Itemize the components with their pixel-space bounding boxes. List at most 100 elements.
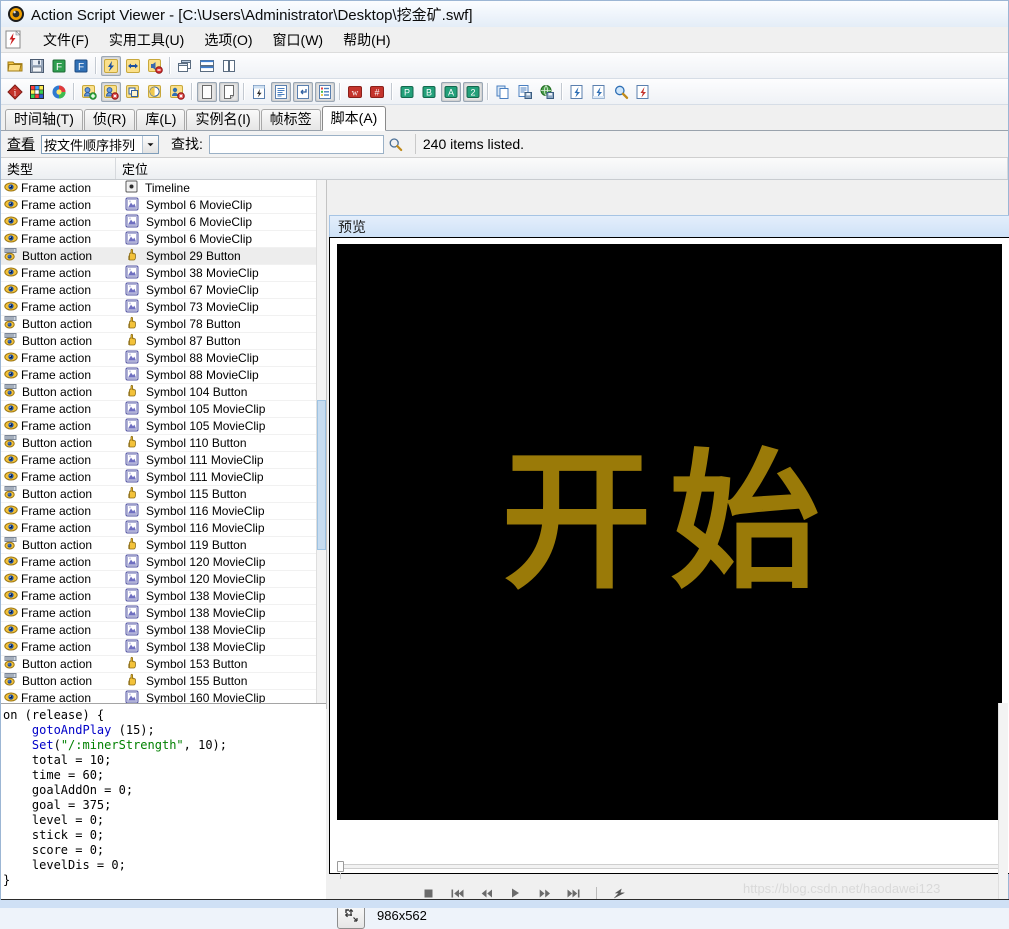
return-arrow-icon[interactable] xyxy=(293,81,313,102)
table-row[interactable]: Frame action Symbol 6 MovieClip xyxy=(1,197,317,214)
tab-timeline[interactable]: 时间轴(T) xyxy=(5,109,83,130)
tab-scripts[interactable]: 脚本(A) xyxy=(321,106,387,131)
go-to-start-button[interactable] xyxy=(451,887,464,899)
table-row[interactable]: Button action Symbol 115 Button xyxy=(1,486,317,503)
rewind-button[interactable] xyxy=(480,887,493,899)
tab-frames[interactable]: 侦(R) xyxy=(83,109,136,130)
seek-knob[interactable] xyxy=(337,861,344,872)
info-diamond-icon[interactable]: i xyxy=(5,82,25,102)
go-to-end-button[interactable] xyxy=(567,887,580,899)
open-folder-icon[interactable] xyxy=(5,56,25,76)
play-button[interactable] xyxy=(509,887,522,899)
table-row[interactable]: Frame action Symbol 67 MovieClip xyxy=(1,282,317,299)
table-row[interactable]: Frame action Symbol 116 MovieClip xyxy=(1,503,317,520)
color-palette-icon[interactable] xyxy=(27,82,47,102)
two-green-icon[interactable]: 2 xyxy=(463,81,483,102)
table-row[interactable]: Button action Symbol 104 Button xyxy=(1,384,317,401)
table-row[interactable]: Frame action Symbol 88 MovieClip xyxy=(1,367,317,384)
table-row[interactable]: Button action Symbol 87 Button xyxy=(1,333,317,350)
resize-arrows-icon[interactable] xyxy=(123,56,143,76)
table-row[interactable]: Frame action Symbol 138 MovieClip xyxy=(1,622,317,639)
list-vertical-scrollbar[interactable] xyxy=(316,180,326,709)
table-row[interactable]: Frame action Symbol 138 MovieClip xyxy=(1,639,317,656)
text-lines-icon[interactable] xyxy=(271,81,291,102)
row-location-label: Symbol 87 Button xyxy=(146,334,241,348)
table-row[interactable]: Frame action Symbol 111 MovieClip xyxy=(1,469,317,486)
seek-track[interactable] xyxy=(337,864,1002,869)
swf-stage[interactable]: 开始 xyxy=(337,244,1002,820)
a-green-icon[interactable]: A xyxy=(441,81,461,102)
table-row[interactable]: Button action Symbol 155 Button xyxy=(1,673,317,690)
duplicate-symbol-icon[interactable] xyxy=(123,82,143,102)
menu-options[interactable]: 选项(O) xyxy=(194,28,262,52)
w-red-icon[interactable]: w xyxy=(345,82,365,102)
flash-action-icon[interactable] xyxy=(101,55,121,76)
list-detail-icon[interactable] xyxy=(315,81,335,102)
table-row[interactable]: Button action Symbol 119 Button xyxy=(1,537,317,554)
page-note-icon[interactable] xyxy=(219,81,239,102)
tab-frame-labels[interactable]: 帧标签 xyxy=(260,109,321,130)
zoom-search-icon[interactable] xyxy=(611,82,631,102)
table-row[interactable]: Frame action Symbol 6 MovieClip xyxy=(1,214,317,231)
table-row[interactable]: Frame action Symbol 38 MovieClip xyxy=(1,265,317,282)
export-f-green-icon[interactable]: F xyxy=(49,56,69,76)
tab-library[interactable]: 库(L) xyxy=(136,109,186,130)
flash-export2-icon[interactable] xyxy=(589,82,609,102)
page-white-icon[interactable] xyxy=(197,81,217,102)
color-wheel-icon[interactable] xyxy=(49,82,69,102)
edit-symbol-icon[interactable] xyxy=(101,81,121,102)
column-header-type[interactable]: 类型 xyxy=(1,158,116,179)
movieclip-icon xyxy=(125,265,139,282)
search-input[interactable] xyxy=(208,134,384,154)
column-header-location[interactable]: 定位 xyxy=(116,158,1008,179)
table-row[interactable]: Frame action Symbol 6 MovieClip xyxy=(1,231,317,248)
search-icon[interactable] xyxy=(384,137,408,152)
menu-help[interactable]: 帮助(H) xyxy=(333,28,400,52)
tile-horizontal-icon[interactable] xyxy=(197,56,217,76)
code-vertical-scrollbar[interactable] xyxy=(998,703,1008,903)
stop-button[interactable] xyxy=(422,887,435,899)
menu-file[interactable]: 文件(F) xyxy=(33,28,99,52)
p-green-icon[interactable]: P xyxy=(397,82,417,102)
table-row[interactable]: Button action Symbol 110 Button xyxy=(1,435,317,452)
save-page-icon[interactable] xyxy=(515,82,535,102)
table-row[interactable]: Frame action Symbol 105 MovieClip xyxy=(1,418,317,435)
table-row[interactable]: Frame action Symbol 105 MovieClip xyxy=(1,401,317,418)
menu-tools[interactable]: 实用工具(U) xyxy=(99,28,194,52)
save-web-icon[interactable] xyxy=(537,82,557,102)
b-green-icon[interactable]: B xyxy=(419,82,439,102)
save-icon[interactable] xyxy=(27,56,47,76)
preview-seek-bar[interactable] xyxy=(337,861,1002,879)
tile-vertical-icon[interactable] xyxy=(219,56,239,76)
copy-icon[interactable] xyxy=(493,82,513,102)
delete-symbol-icon[interactable] xyxy=(167,82,187,102)
table-row[interactable]: Button action Symbol 29 Button xyxy=(1,248,317,265)
add-symbol-icon[interactable] xyxy=(79,82,99,102)
menu-window[interactable]: 窗口(W) xyxy=(263,28,334,52)
table-row[interactable]: Frame action Symbol 138 MovieClip xyxy=(1,588,317,605)
script-code-panel[interactable]: on (release) { gotoAndPlay (15); Set("/:… xyxy=(1,703,326,904)
table-row[interactable]: Button action Symbol 153 Button xyxy=(1,656,317,673)
table-row[interactable]: Button action Symbol 78 Button xyxy=(1,316,317,333)
table-row[interactable]: Frame action Symbol 120 MovieClip xyxy=(1,571,317,588)
export-f-blue-icon[interactable]: F xyxy=(71,56,91,76)
flash-player-button[interactable] xyxy=(613,887,626,899)
table-row[interactable]: Frame action Symbol 73 MovieClip xyxy=(1,299,317,316)
tab-instance-names[interactable]: 实例名(I) xyxy=(186,109,260,130)
cascade-windows-icon[interactable] xyxy=(175,56,195,76)
scrollbar-thumb[interactable] xyxy=(317,400,326,550)
table-row[interactable]: Frame action Timeline xyxy=(1,180,317,197)
table-row[interactable]: Frame action Symbol 88 MovieClip xyxy=(1,350,317,367)
flash-export-icon[interactable] xyxy=(567,82,587,102)
table-row[interactable]: Frame action Symbol 120 MovieClip xyxy=(1,554,317,571)
table-row[interactable]: Frame action Symbol 111 MovieClip xyxy=(1,452,317,469)
table-row[interactable]: Frame action Symbol 116 MovieClip xyxy=(1,520,317,537)
circle-gradient-icon[interactable] xyxy=(145,82,165,102)
fast-forward-button[interactable] xyxy=(538,887,551,899)
sort-order-dropdown[interactable]: 按文件顺序排列 xyxy=(41,134,159,154)
hash-red-icon[interactable]: # xyxy=(367,82,387,102)
script-flash-icon[interactable] xyxy=(249,82,269,102)
flash-red-icon[interactable] xyxy=(633,82,653,102)
remove-sound-icon[interactable] xyxy=(145,56,165,76)
table-row[interactable]: Frame action Symbol 138 MovieClip xyxy=(1,605,317,622)
